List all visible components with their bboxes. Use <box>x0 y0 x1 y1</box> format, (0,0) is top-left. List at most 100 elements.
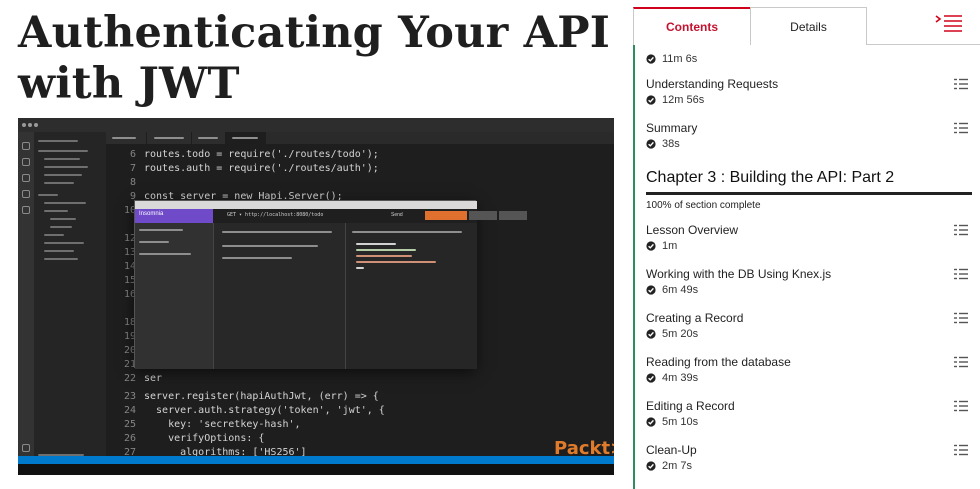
search-icon <box>22 158 30 166</box>
code-line-number: 10 <box>123 205 136 216</box>
editor-explorer <box>34 132 106 462</box>
lesson-item[interactable]: 11m 6s <box>646 51 976 66</box>
rest-client-url: GET ▾ http://localhost:8080/todo <box>227 212 324 218</box>
code-line-text: routes.todo = require('./routes/todo'); <box>144 149 379 160</box>
lesson-item-title: Reading from the database <box>646 355 791 369</box>
lesson-duration-text: 38s <box>662 138 680 150</box>
playlist-icon[interactable] <box>954 121 968 134</box>
code-line-text: ser <box>144 373 163 384</box>
editor-status-bar <box>18 456 614 464</box>
tab-contents[interactable]: Contents <box>633 7 751 45</box>
code-line: 7 routes.auth = require('./routes/auth'); <box>106 162 606 176</box>
check-circle-icon <box>646 285 656 295</box>
check-circle-icon <box>646 417 656 427</box>
lesson-item-duration: 5m 10s <box>646 415 976 429</box>
lesson-duration-text: 5m 10s <box>662 416 699 428</box>
video-player[interactable]: 6 routes.todo = require('./routes/todo');… <box>18 118 614 475</box>
rest-client-window: Insomnia GET ▾ http://localhost:8080/tod… <box>134 200 527 369</box>
lesson-duration-text: 1m <box>662 240 678 252</box>
lesson-item[interactable]: Understanding Requests 12m 56s <box>646 76 976 107</box>
code-line-text: server.auth.strategy('token', 'jwt', { <box>144 405 385 416</box>
lesson-item[interactable]: Creating a Record 5m 20s <box>646 310 976 341</box>
lesson-duration-text: 4m 39s <box>662 372 699 384</box>
tab-details[interactable]: Details <box>750 7 867 45</box>
code-line-number: 12 <box>123 233 136 244</box>
playlist-icon[interactable] <box>954 223 968 236</box>
lesson-item-duration: 12m 56s <box>646 93 976 107</box>
code-line: 25 key: 'secretkey-hash', <box>106 418 606 432</box>
rest-client-sidebar <box>135 223 213 369</box>
playlist-icon[interactable] <box>954 267 968 280</box>
lesson-item-duration: 4m 39s <box>646 371 976 385</box>
code-line-number: 7 <box>129 163 136 174</box>
code-line-text: key: 'secretkey-hash', <box>144 419 301 430</box>
playlist-icon[interactable] <box>954 311 968 324</box>
rest-client-status-badge <box>425 211 467 220</box>
publisher-logo: Packt> <box>554 438 614 459</box>
lesson-item-title: Understanding Requests <box>646 77 779 91</box>
check-circle-icon <box>646 329 656 339</box>
lesson-duration-text: 12m 56s <box>662 94 705 106</box>
course-contents-list: Chapter 3 : Building the API: Part 2 100… <box>633 45 980 489</box>
extensions-icon <box>22 206 30 214</box>
section-progress-fill <box>646 192 972 195</box>
lesson-item-duration: 5m 20s <box>646 327 976 341</box>
section-complete-text: 100% of section complete <box>646 200 761 211</box>
code-line-text: routes.auth = require('./routes/auth'); <box>144 163 379 174</box>
code-line-number: 23 <box>123 391 136 402</box>
video-control-bar[interactable] <box>18 464 614 475</box>
editor-activity-bar <box>18 132 34 462</box>
lesson-item-duration: 38s <box>646 137 976 151</box>
lesson-duration-text: 6m 49s <box>662 284 699 296</box>
rest-client-brand-text: Insomnia <box>139 211 164 217</box>
lesson-item-title: Lesson Overview <box>646 223 739 237</box>
lesson-item[interactable]: Clean-Up 2m 7s <box>646 442 976 473</box>
code-line-number: 16 <box>123 289 136 300</box>
git-icon <box>22 174 30 182</box>
rest-client-send: Send <box>391 212 403 218</box>
check-circle-icon <box>646 139 656 149</box>
code-line-number: 18 <box>123 317 136 328</box>
lesson-item[interactable]: Working with the DB Using Knex.js 6m 49s <box>646 266 976 297</box>
lesson-item[interactable]: Summary 38s <box>646 120 976 151</box>
rest-client-url-bar: GET ▾ http://localhost:8080/todo Send <box>213 209 527 223</box>
lesson-item-duration: 2m 7s <box>646 459 976 473</box>
code-line-number: 25 <box>123 419 136 430</box>
playlist-icon[interactable] <box>954 399 968 412</box>
code-line-number: 19 <box>123 331 136 342</box>
rest-client-size-badge <box>499 211 527 220</box>
lesson-item-duration: 11m 6s <box>646 52 976 66</box>
code-line-number: 26 <box>123 433 136 444</box>
code-line-number: 24 <box>123 405 136 416</box>
check-circle-icon <box>646 54 656 64</box>
check-circle-icon <box>646 461 656 471</box>
lesson-item[interactable]: Reading from the database 4m 39s <box>646 354 976 385</box>
lesson-item-title: Creating a Record <box>646 311 744 325</box>
rest-client-brand: Insomnia <box>135 209 213 223</box>
menu-list-icon[interactable] <box>934 13 964 33</box>
code-line: 23 server.register(hapiAuthJwt, (err) => … <box>106 390 606 404</box>
lesson-item-duration: 1m <box>646 239 976 253</box>
lesson-duration-text: 11m 6s <box>662 53 698 65</box>
code-line: 22 ser <box>106 372 606 386</box>
playlist-icon[interactable] <box>954 443 968 456</box>
playlist-icon[interactable] <box>954 77 968 90</box>
lesson-item[interactable]: Lesson Overview 1m <box>646 222 976 253</box>
playlist-icon[interactable] <box>954 355 968 368</box>
code-line-number: 13 <box>123 247 136 258</box>
section-progress-bar <box>646 192 972 195</box>
check-circle-icon <box>646 95 656 105</box>
code-line-number: 21 <box>123 359 136 370</box>
rest-client-time-badge <box>469 211 497 220</box>
code-line: 8 <box>106 176 606 190</box>
rest-client-titlebar <box>135 201 477 209</box>
lesson-duration-text: 2m 7s <box>662 460 692 472</box>
code-line: 6 routes.todo = require('./routes/todo'); <box>106 148 606 162</box>
code-line-number: 8 <box>129 177 136 188</box>
check-circle-icon <box>646 373 656 383</box>
settings-icon <box>22 444 30 452</box>
editor-tabs <box>106 132 614 144</box>
code-line-number: 15 <box>123 275 136 286</box>
code-line-number: 6 <box>129 149 136 160</box>
lesson-item[interactable]: Editing a Record 5m 10s <box>646 398 976 429</box>
